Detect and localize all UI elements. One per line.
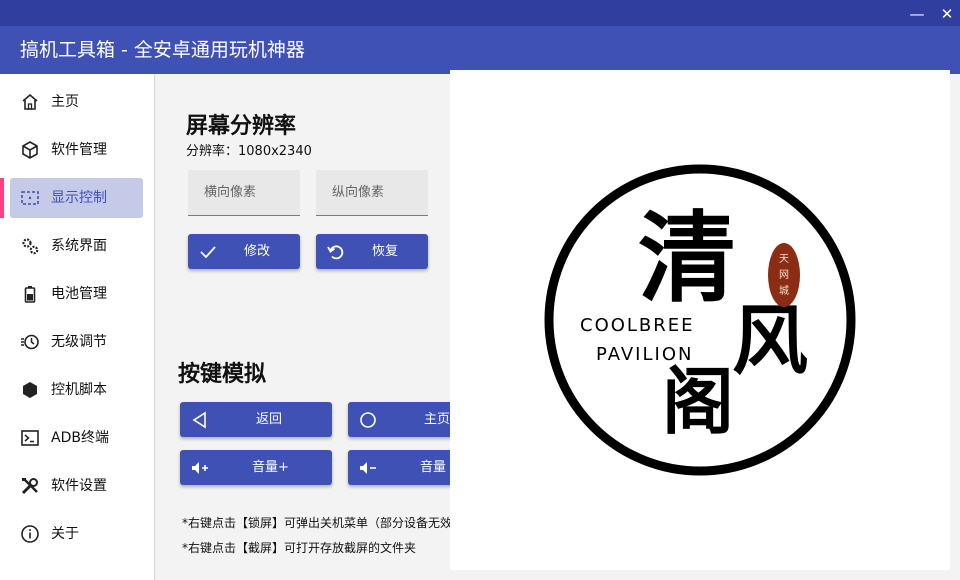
check-icon <box>200 246 216 259</box>
logo-char-ge: 阁 <box>662 359 734 444</box>
terminal-icon <box>21 430 39 446</box>
coolbree-pavilion-logo: 清 风 阁 COOLBREE PAVILION 天 网 城 <box>544 164 856 476</box>
sidebar-item-label: 无级调节 <box>51 334 107 350</box>
back-triangle-icon <box>192 411 206 429</box>
sidebar-item-label: 主页 <box>51 94 79 110</box>
sidebar-item-label: ADB终端 <box>51 430 109 446</box>
sidebar-item-label: 软件管理 <box>51 142 107 158</box>
seal-text-3: 城 <box>779 285 789 297</box>
tools-icon <box>21 478 38 495</box>
apply-resolution-button[interactable]: 修改 <box>188 234 300 269</box>
sidebar-item-battery[interactable]: 电池管理 <box>10 274 143 314</box>
sidebar-item-scripts[interactable]: 控机脚本 <box>10 370 143 410</box>
button-label: 音量 <box>420 460 447 475</box>
button-label: 恢复 <box>372 244 399 259</box>
logo-english-line2: PAVILION <box>596 344 693 365</box>
sidebar-item-label: 软件设置 <box>51 478 107 494</box>
hexagon-icon <box>23 382 37 398</box>
restore-resolution-button[interactable]: 恢复 <box>316 234 428 269</box>
active-indicator <box>0 178 4 218</box>
height-pixels-input[interactable] <box>316 170 428 216</box>
key-simulation-heading: 按键模拟 <box>178 362 267 387</box>
sidebar-item-stepless[interactable]: 无级调节 <box>10 322 143 362</box>
title-bar: — ✕ 搞机工具箱 - 全安卓通用玩机神器 <box>0 0 960 74</box>
info-icon <box>21 525 39 543</box>
button-label: 主页 <box>424 412 451 427</box>
screen-icon <box>21 191 39 205</box>
package-icon <box>22 141 38 159</box>
sidebar-item-settings[interactable]: 软件设置 <box>10 466 143 506</box>
home-icon <box>22 93 38 110</box>
resolution-heading: 屏幕分辨率 <box>186 114 297 139</box>
logo-popup: 清 风 阁 COOLBREE PAVILION 天 网 城 <box>450 70 950 570</box>
minimize-button[interactable]: — <box>906 4 928 24</box>
sidebar-item-display[interactable]: 显示控制 <box>10 178 143 218</box>
home-circle-icon <box>360 412 376 428</box>
restore-icon <box>327 245 344 260</box>
sidebar-item-about[interactable]: 关于 <box>10 514 143 554</box>
seal-text-1: 天 <box>779 254 789 265</box>
sidebar-item-label: 电池管理 <box>51 286 107 302</box>
screenshot-note: *右键点击【截屏】可打开存放截屏的文件夹 <box>182 541 417 555</box>
logo-english-line1: COOLBREE <box>580 315 695 336</box>
sidebar-item-system-ui[interactable]: 系统界面 <box>10 226 143 266</box>
close-button[interactable]: ✕ <box>936 4 958 24</box>
logo-char-feng: 风 <box>732 296 808 385</box>
lock-screen-note: *右键点击【锁屏】可弹出关机菜单（部分设备无效 <box>182 516 453 530</box>
width-pixels-input[interactable] <box>188 170 300 216</box>
button-label: 返回 <box>256 412 283 427</box>
current-resolution: 分辨率：1080x2340 <box>186 144 312 159</box>
app-title: 搞机工具箱 - 全安卓通用玩机神器 <box>20 39 305 61</box>
button-label: 音量+ <box>252 460 289 475</box>
timer-icon <box>21 334 39 350</box>
sidebar-item-label: 控机脚本 <box>51 382 107 398</box>
sidebar-item-adb-terminal[interactable]: ADB终端 <box>10 418 143 458</box>
volume-down-icon <box>360 462 376 474</box>
logo-char-qing: 清 <box>638 201 736 316</box>
sidebar-item-home[interactable]: 主页 <box>10 82 143 122</box>
sidebar: 主页 软件管理 显示控制 系统界面 电池管理 无级调节 控机脚本 ADB终端 软… <box>0 74 155 580</box>
sidebar-item-software[interactable]: 软件管理 <box>10 130 143 170</box>
window-top-strip <box>0 0 960 26</box>
seal-text-2: 网 <box>779 269 789 281</box>
back-key-button[interactable]: 返回 <box>180 402 332 437</box>
volume-up-icon <box>192 462 208 474</box>
button-label: 修改 <box>244 244 271 259</box>
sidebar-item-label: 显示控制 <box>51 190 107 206</box>
gears-icon <box>22 238 39 255</box>
sidebar-item-label: 关于 <box>51 526 79 542</box>
sidebar-item-label: 系统界面 <box>51 238 107 254</box>
volume-up-button[interactable]: 音量+ <box>180 450 332 485</box>
battery-icon <box>24 286 36 303</box>
